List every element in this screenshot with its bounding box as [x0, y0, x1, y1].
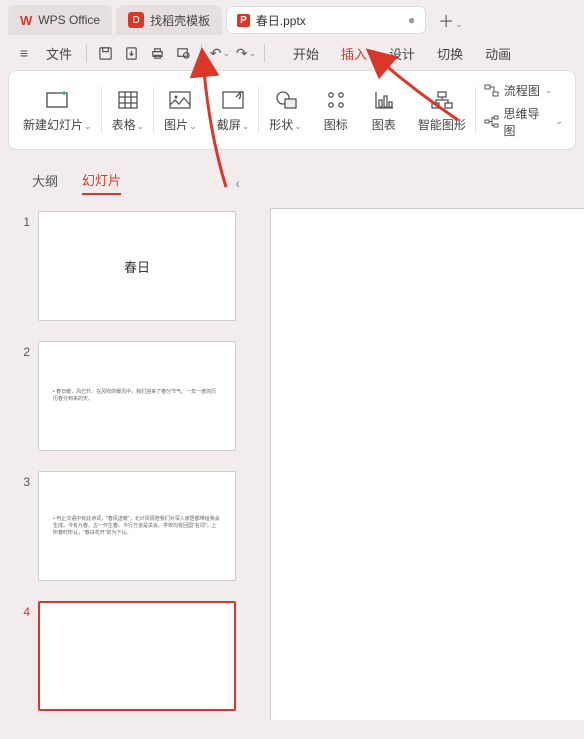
ribbon-picture[interactable]: 图片⌄: [154, 77, 207, 143]
pptx-icon: P: [237, 14, 250, 27]
table-label: 表格⌄: [112, 116, 145, 133]
ribbon-chart[interactable]: 图表: [360, 77, 408, 143]
hamburger-icon[interactable]: ≡: [12, 41, 36, 65]
slide-thumbnail-3[interactable]: • 何止汉语中有此诗词，"春风送暖"，北计风情陪我们对深入家居都带给我会生成。今…: [38, 471, 236, 581]
shape-icon: [272, 88, 300, 112]
menu-separator-3: [264, 44, 265, 62]
document-tab[interactable]: P 春日.pptx ●: [226, 6, 426, 34]
slide-thumbnail-2[interactable]: • 春日暖，风已升。在风吹的暖风中，我们迎来了春分节气。一年一度的历历春分到来的…: [38, 341, 236, 451]
menu-bar: ≡ 文件 ↶⌄ ↷⌄ 开始 插入 设计 切换 动画: [0, 36, 584, 70]
menu-separator: [86, 44, 87, 62]
ribbon-screenshot[interactable]: 截屏⌄: [207, 77, 260, 143]
icon-label: 图标: [324, 116, 348, 133]
flowchart-icon: [484, 82, 500, 98]
document-name: 春日.pptx: [256, 12, 306, 29]
thumb-row: 4: [12, 601, 248, 711]
shape-label: 形状⌄: [269, 116, 302, 133]
thumbnails-list: 1 春日 2 • 春日暖，风已升。在风吹的暖风中，我们迎来了春分节气。一年一度的…: [12, 203, 248, 739]
tab-transition[interactable]: 切换: [435, 40, 465, 67]
file-menu[interactable]: 文件: [38, 40, 80, 67]
window-tabs-bar: W WPS Office D 找稻壳模板 P 春日.pptx ● ＋⌄: [0, 0, 584, 36]
canvas-area: [260, 158, 584, 720]
slides-panel: 大纲 幻灯片 ‹ 1 春日 2 • 春日暖，风已升。在风吹的暖风中，我们迎来了春…: [0, 158, 260, 720]
slide-thumbnail-4[interactable]: [38, 601, 236, 711]
undo-icon[interactable]: ↶⌄: [208, 41, 232, 65]
tab-design[interactable]: 设计: [387, 40, 417, 67]
slide-canvas[interactable]: [270, 208, 584, 720]
thumb-number: 1: [12, 211, 30, 229]
print-icon[interactable]: [145, 41, 169, 65]
thumb-row: 1 春日: [12, 211, 248, 321]
app-name: WPS Office: [38, 13, 100, 27]
slide-thumbnail-1[interactable]: 春日: [38, 211, 236, 321]
menu-tabs: 开始 插入 设计 切换 动画: [291, 40, 513, 67]
panel-tabs: 大纲 幻灯片 ‹: [12, 162, 248, 203]
ribbon-diagrams: 流程图⌄ 思维导图⌄: [476, 77, 571, 143]
collapse-panel-icon[interactable]: ‹: [235, 175, 240, 191]
ribbon-icon-btn[interactable]: 图标: [312, 77, 360, 143]
app-tab-template[interactable]: D 找稻壳模板: [116, 5, 222, 35]
ribbon-mindmap[interactable]: 思维导图⌄: [484, 105, 563, 139]
screenshot-label: 截屏⌄: [217, 116, 250, 133]
ribbon-shape[interactable]: 形状⌄: [259, 77, 312, 143]
export-icon[interactable]: [119, 41, 143, 65]
menu-separator-2: [201, 44, 202, 62]
panel-tab-outline[interactable]: 大纲: [32, 171, 58, 194]
new-tab-button[interactable]: ＋⌄: [430, 4, 471, 36]
panel-tab-slides[interactable]: 幻灯片: [82, 170, 121, 195]
new-slide-icon: [43, 88, 71, 112]
new-slide-label: 新建幻灯片⌄: [23, 116, 92, 133]
screenshot-icon: [219, 88, 247, 112]
thumb-number: 3: [12, 471, 30, 489]
picture-icon: [166, 88, 194, 112]
tab-insert[interactable]: 插入: [339, 40, 369, 67]
preview-icon[interactable]: [171, 41, 195, 65]
redo-icon[interactable]: ↷⌄: [234, 41, 258, 65]
smartart-icon: [428, 88, 456, 112]
flowchart-label: 流程图: [504, 82, 540, 99]
smartart-label: 智能图形: [418, 116, 466, 133]
chart-label: 图表: [372, 116, 396, 133]
tab-animation[interactable]: 动画: [483, 40, 513, 67]
template-icon: D: [128, 12, 144, 28]
tab-start[interactable]: 开始: [291, 40, 321, 67]
ribbon-toolbar: 新建幻灯片⌄ 表格⌄ 图片⌄ 截屏⌄ 形状⌄ 图标 图表 智能图形 流程图⌄ 思…: [8, 70, 576, 150]
chart-icon: [370, 88, 398, 112]
save-icon[interactable]: [93, 41, 117, 65]
icon-icon: [322, 88, 350, 112]
picture-label: 图片⌄: [164, 116, 197, 133]
ribbon-new-slide[interactable]: 新建幻灯片⌄: [13, 77, 102, 143]
ribbon-smartart[interactable]: 智能图形: [408, 77, 476, 143]
thumb-row: 2 • 春日暖，风已升。在风吹的暖风中，我们迎来了春分节气。一年一度的历历春分到…: [12, 341, 248, 451]
thumb-number: 4: [12, 601, 30, 619]
table-icon: [114, 88, 142, 112]
tab-status-dot: ●: [408, 13, 415, 27]
thumb-row: 3 • 何止汉语中有此诗词，"春风送暖"，北计风情陪我们对深入家居都带给我会生成…: [12, 471, 248, 581]
main-area: 大纲 幻灯片 ‹ 1 春日 2 • 春日暖，风已升。在风吹的暖风中，我们迎来了春…: [0, 158, 584, 720]
ribbon-flowchart[interactable]: 流程图⌄: [484, 82, 563, 99]
thumb-number: 2: [12, 341, 30, 359]
wps-logo-icon: W: [20, 13, 32, 28]
template-tab-label: 找稻壳模板: [150, 12, 210, 29]
mindmap-label: 思维导图: [503, 105, 550, 139]
mindmap-icon: [484, 114, 500, 130]
app-tab-wps[interactable]: W WPS Office: [8, 5, 112, 35]
ribbon-table[interactable]: 表格⌄: [102, 77, 155, 143]
